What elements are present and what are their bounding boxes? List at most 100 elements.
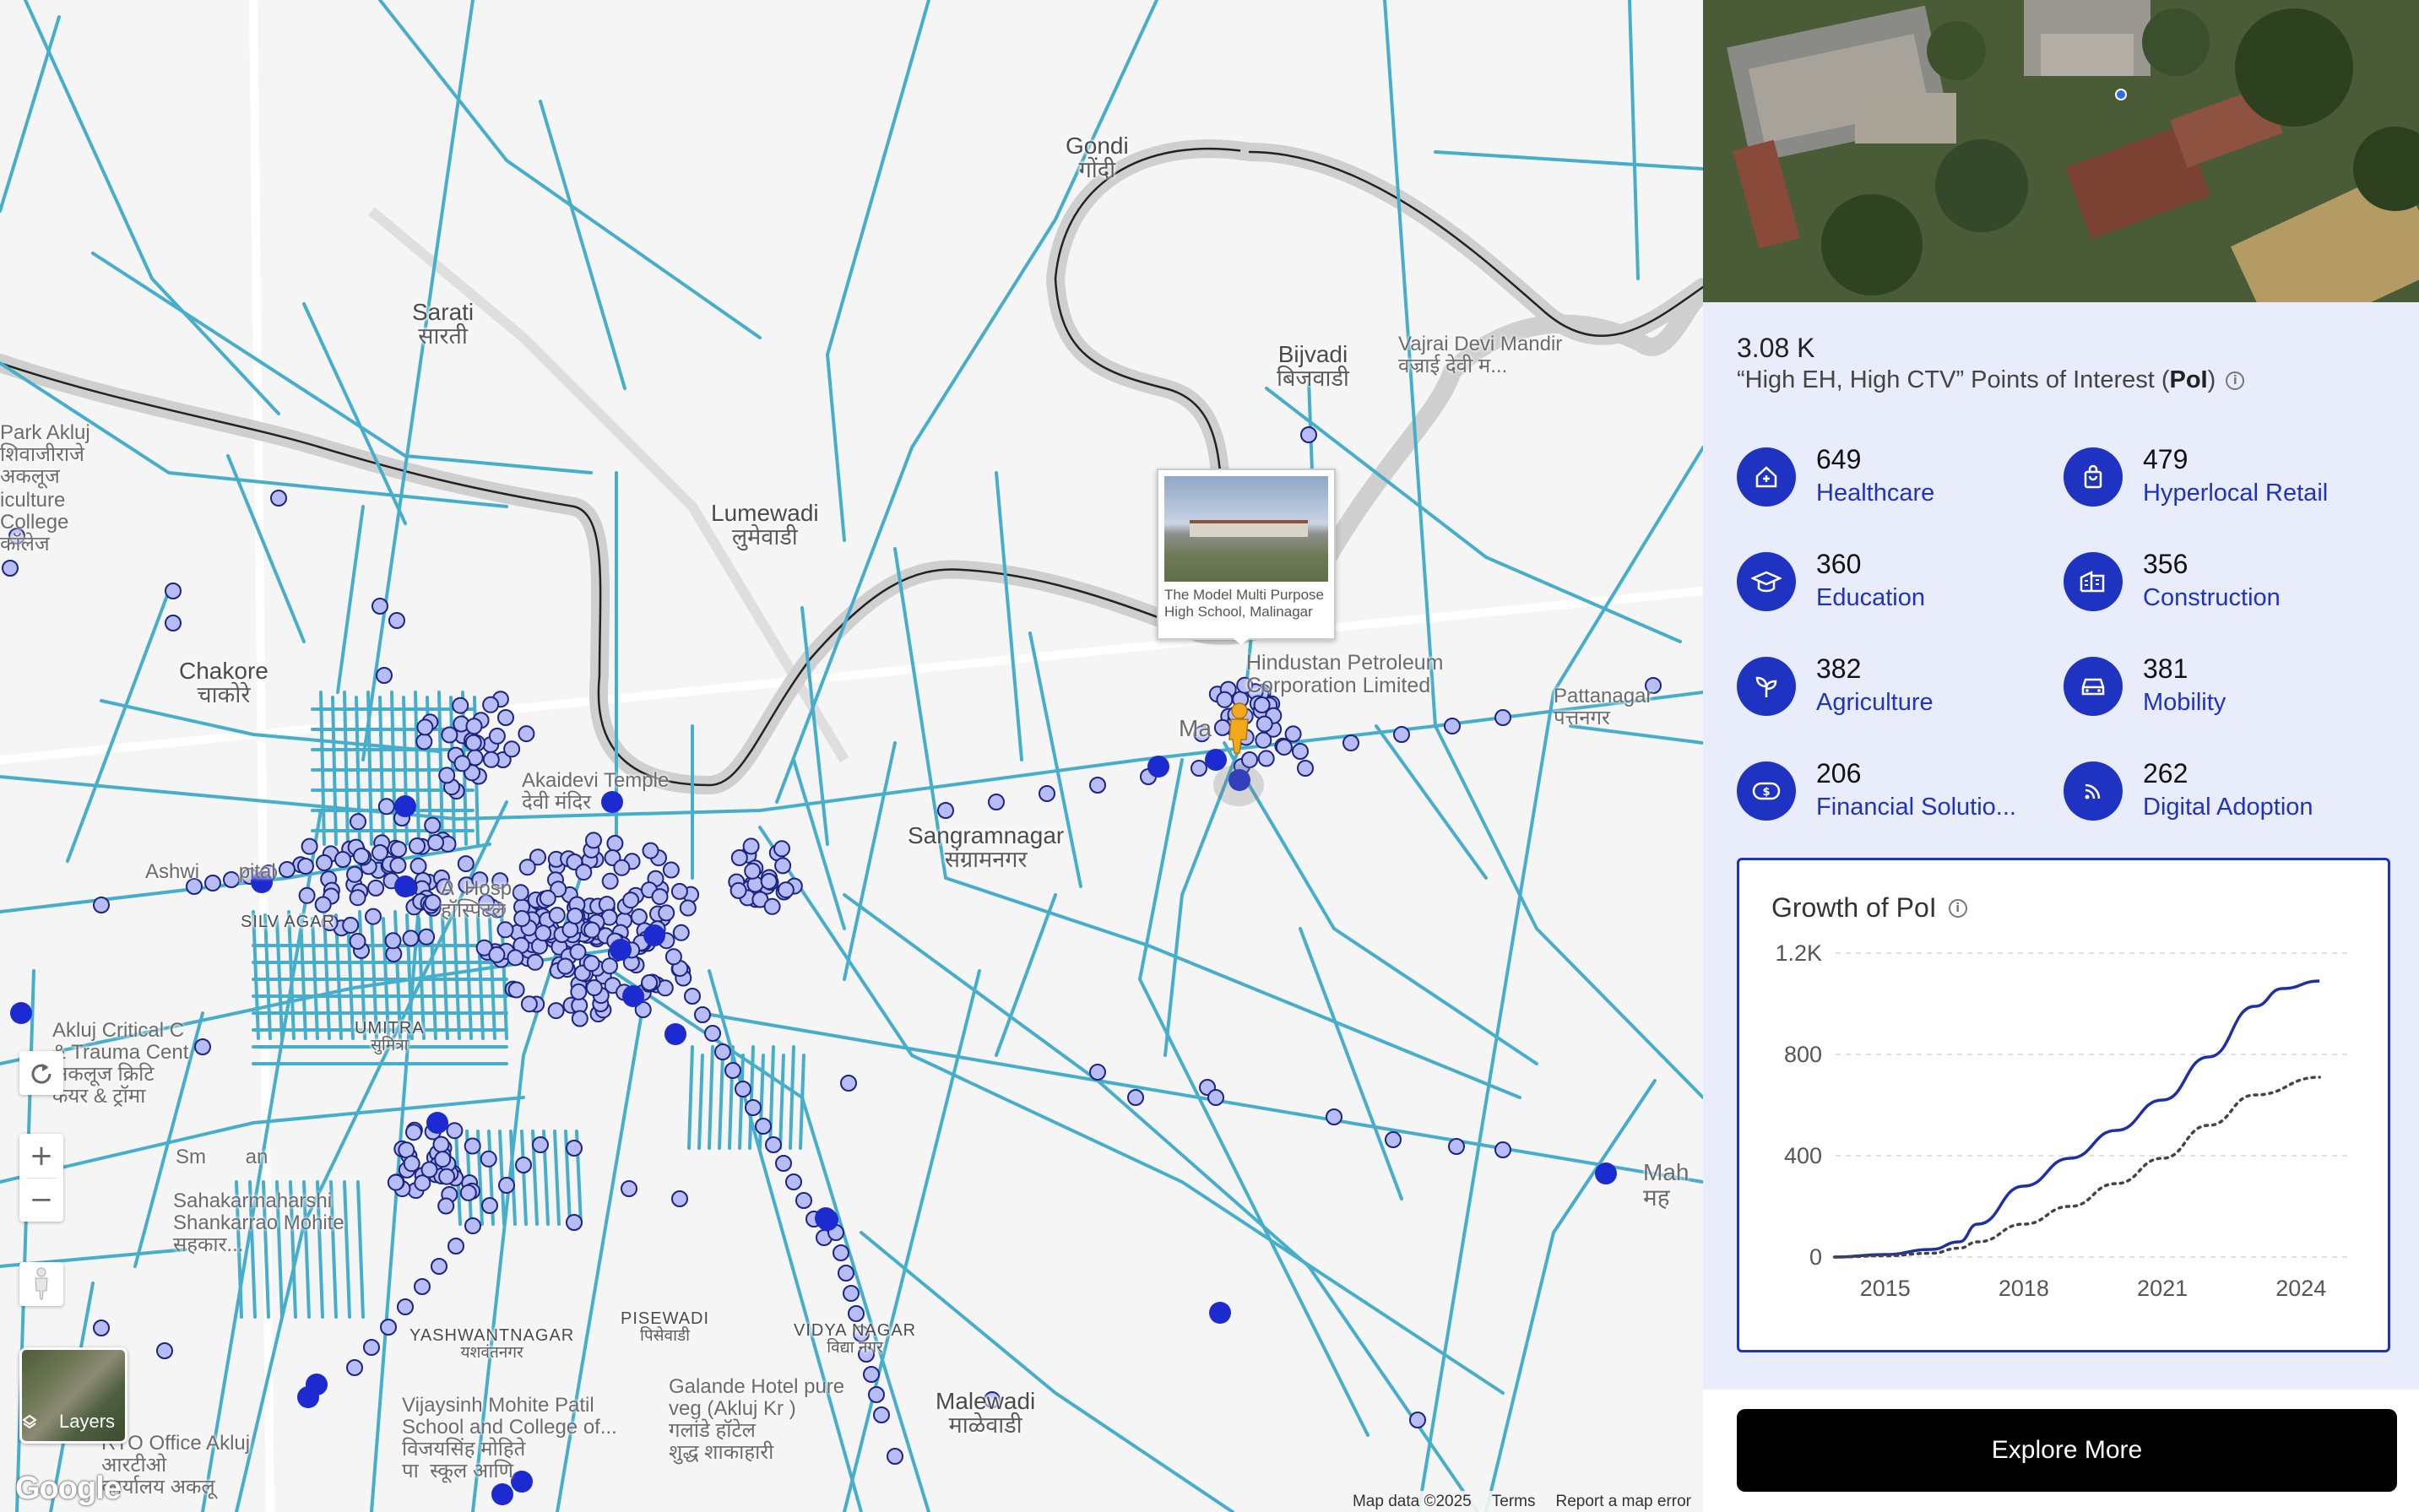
category-label: Agriculture bbox=[1816, 689, 1934, 716]
place-label-malewadi: Malewadi माळेवाडी bbox=[936, 1388, 1036, 1439]
place-label-sumitra: UMITRA सुमित्रा bbox=[355, 1019, 425, 1054]
car-icon bbox=[2064, 657, 2123, 716]
category-mobility[interactable]: 381 Mobility bbox=[2064, 650, 2367, 726]
x-tick-label: 2018 bbox=[1999, 1276, 2049, 1301]
poi-label-galande: Galande Hotel pure veg (Akluj Kr ) गलांड… bbox=[669, 1375, 845, 1464]
category-value: 649 bbox=[1816, 444, 1862, 474]
side-panel: 3.08 K “High EH, High CTV” Points of Int… bbox=[1703, 0, 2419, 1512]
pegman-shadow bbox=[1213, 764, 1264, 806]
health-icon bbox=[1737, 447, 1796, 507]
total-poi-label: “High EH, High CTV” Points of Interest (… bbox=[1737, 366, 2245, 394]
place-label-lumewadi: Lumewadi लुमेवाडी bbox=[711, 500, 819, 550]
rss-icon bbox=[2064, 761, 2123, 821]
x-tick-label: 2021 bbox=[2137, 1276, 2188, 1301]
place-label-yashwantnagar: YASHWANTNAGAR यशवंतनगर bbox=[409, 1326, 575, 1362]
poi-abbr: PoI bbox=[2169, 366, 2208, 393]
category-value: 262 bbox=[2143, 758, 2188, 789]
poi-label-akluj-critical: Akluj Critical C & Trauma Cent अकलूज क्र… bbox=[52, 1019, 189, 1108]
info-icon[interactable]: i bbox=[2226, 371, 2245, 390]
x-tick-label: 2024 bbox=[2275, 1276, 2326, 1301]
poi-label-sahakar: Sahakarmaharshi Shankarrao Mohite सहकार.… bbox=[173, 1190, 344, 1256]
category-value: 356 bbox=[2143, 549, 2188, 579]
poi-label-vajrai: Vajrai Devi Mandir वज्राई देवी म... bbox=[1398, 333, 1563, 377]
poi-label-maha: Mah मह bbox=[1643, 1159, 1690, 1211]
y-tick-label: 800 bbox=[1784, 1042, 1822, 1067]
poi-label-vijaysinh: Vijaysinh Mohite Patil School and Colleg… bbox=[402, 1394, 617, 1482]
growth-line-chart: 0 400 800 1.2K 2015 2018 2021 2024 bbox=[1775, 940, 2347, 1301]
place-label-chakore: Chakore चाकोरे bbox=[179, 658, 268, 708]
zoom-control[interactable]: + − bbox=[19, 1134, 63, 1222]
category-label: Healthcare bbox=[1816, 480, 1935, 507]
poi-label-hindustan: Hindustan Petroleum Corporation Limited bbox=[1246, 651, 1444, 697]
category-value: 382 bbox=[1816, 653, 1862, 684]
category-label: Financial Solutio... bbox=[1816, 794, 2016, 821]
graduation-cap-icon bbox=[1737, 552, 1796, 611]
place-label-bijvadi: Bijvadi बिजवाडी bbox=[1277, 341, 1349, 392]
category-digital-adoption[interactable]: 262 Digital Adoption bbox=[2064, 755, 2367, 831]
stats-panel: 3.08 K “High EH, High CTV” Points of Int… bbox=[1703, 302, 2419, 1390]
category-label: Education bbox=[1816, 584, 1925, 611]
category-value: 479 bbox=[2143, 444, 2188, 474]
poi-label-college: iculture College कॉलेज bbox=[0, 489, 69, 555]
poi-label-pattanagar: Pattanagar पत्तनगर bbox=[1554, 685, 1653, 729]
category-construction[interactable]: 356 Construction bbox=[2064, 545, 2367, 621]
category-label: Mobility bbox=[2143, 689, 2226, 716]
rotate-icon bbox=[31, 1064, 52, 1084]
terms-link[interactable]: Terms bbox=[1492, 1493, 1536, 1511]
category-value: 360 bbox=[1816, 549, 1862, 579]
category-value: 206 bbox=[1816, 758, 1862, 789]
svg-text:$: $ bbox=[1762, 786, 1770, 799]
sprout-icon bbox=[1737, 657, 1796, 716]
place-label-silvar: SILV AGAR bbox=[241, 913, 336, 931]
category-financial-solutions[interactable]: $ 206 Financial Solutio... bbox=[1737, 755, 2041, 831]
category-agriculture[interactable]: 382 Agriculture bbox=[1737, 650, 2041, 726]
rotate-button[interactable] bbox=[19, 1051, 63, 1095]
y-tick-label: 1.2K bbox=[1775, 940, 1822, 966]
map-data-text: Map data ©2025 bbox=[1352, 1492, 1472, 1510]
place-label-pisewadi: PISEWADI पिसेवाडी bbox=[621, 1309, 710, 1345]
map-canvas[interactable] bbox=[0, 0, 1703, 1512]
total-poi-label-close: ) bbox=[2207, 366, 2216, 393]
series-line-2 bbox=[1832, 1076, 2321, 1259]
poi-label-akaidevi: Akaidevi Temple देवी मंदिर bbox=[522, 769, 670, 814]
poi-info-card[interactable]: The Model Multi Purpose High School, Mal… bbox=[1157, 469, 1336, 645]
map-attribution: Map data ©2025 Terms Report a map error bbox=[1340, 1491, 1703, 1512]
place-label-sarati: Sarati सारती bbox=[412, 299, 475, 350]
poi-name: The Model Multi Purpose High School, Mal… bbox=[1164, 587, 1324, 621]
pegman-marker[interactable] bbox=[1223, 702, 1253, 755]
category-label: Digital Adoption bbox=[2143, 794, 2313, 821]
poi-label-smr: Sm an bbox=[176, 1146, 268, 1168]
total-poi-label-text: “High EH, High CTV” Points of Interest ( bbox=[1737, 366, 2170, 393]
layers-button[interactable]: Layers bbox=[19, 1347, 127, 1444]
google-logo: Google bbox=[15, 1471, 122, 1506]
report-error-link[interactable]: Report a map error bbox=[1555, 1493, 1691, 1511]
zoom-out-button[interactable]: − bbox=[19, 1178, 63, 1222]
poi-label-ma: Ma bbox=[1179, 715, 1212, 741]
category-hyperlocal-retail[interactable]: 479 Hyperlocal Retail bbox=[2064, 441, 2367, 517]
street-view-button[interactable] bbox=[19, 1262, 63, 1306]
x-tick-label: 2015 bbox=[1860, 1276, 1911, 1301]
category-label: Construction bbox=[2143, 584, 2281, 611]
y-tick-label: 400 bbox=[1784, 1143, 1822, 1168]
building-icon bbox=[2064, 552, 2123, 611]
category-healthcare[interactable]: 649 Healthcare bbox=[1737, 441, 2041, 517]
y-tick-label: 0 bbox=[1809, 1244, 1822, 1270]
layers-label: Layers bbox=[59, 1411, 116, 1432]
category-education[interactable]: 360 Education bbox=[1737, 545, 2041, 621]
growth-chart-card: Growth of PoI i 0 400 800 1.2K 2015 2018 2021 2… bbox=[1737, 858, 2390, 1352]
total-poi-value: 3.08 K bbox=[1737, 333, 1815, 363]
money-icon: $ bbox=[1737, 761, 1796, 821]
satellite-image bbox=[1703, 0, 2419, 302]
poi-label-park: Park Akluj शिवाजीराजे अकलूज bbox=[0, 421, 90, 488]
place-label-vidyanagar: VIDYA NAGAR विद्या नगर bbox=[794, 1321, 917, 1357]
zoom-in-button[interactable]: + bbox=[19, 1134, 63, 1178]
map-view[interactable]: Gondi गोंदी Sarati सारती Bijvadi बिजवाडी Lu… bbox=[0, 0, 1703, 1512]
category-label: Hyperlocal Retail bbox=[2143, 480, 2329, 507]
poi-photo bbox=[1164, 476, 1328, 582]
layers-icon bbox=[22, 1414, 37, 1434]
category-value: 381 bbox=[2143, 653, 2188, 684]
series-line-1 bbox=[1834, 979, 2320, 1259]
explore-more-button[interactable]: Explore More bbox=[1737, 1409, 2397, 1492]
place-label-sangramnagar: Sangramnagar संग्रामनगर bbox=[908, 822, 1065, 873]
poi-label-ashwini: Ashwi pital bbox=[145, 860, 276, 883]
